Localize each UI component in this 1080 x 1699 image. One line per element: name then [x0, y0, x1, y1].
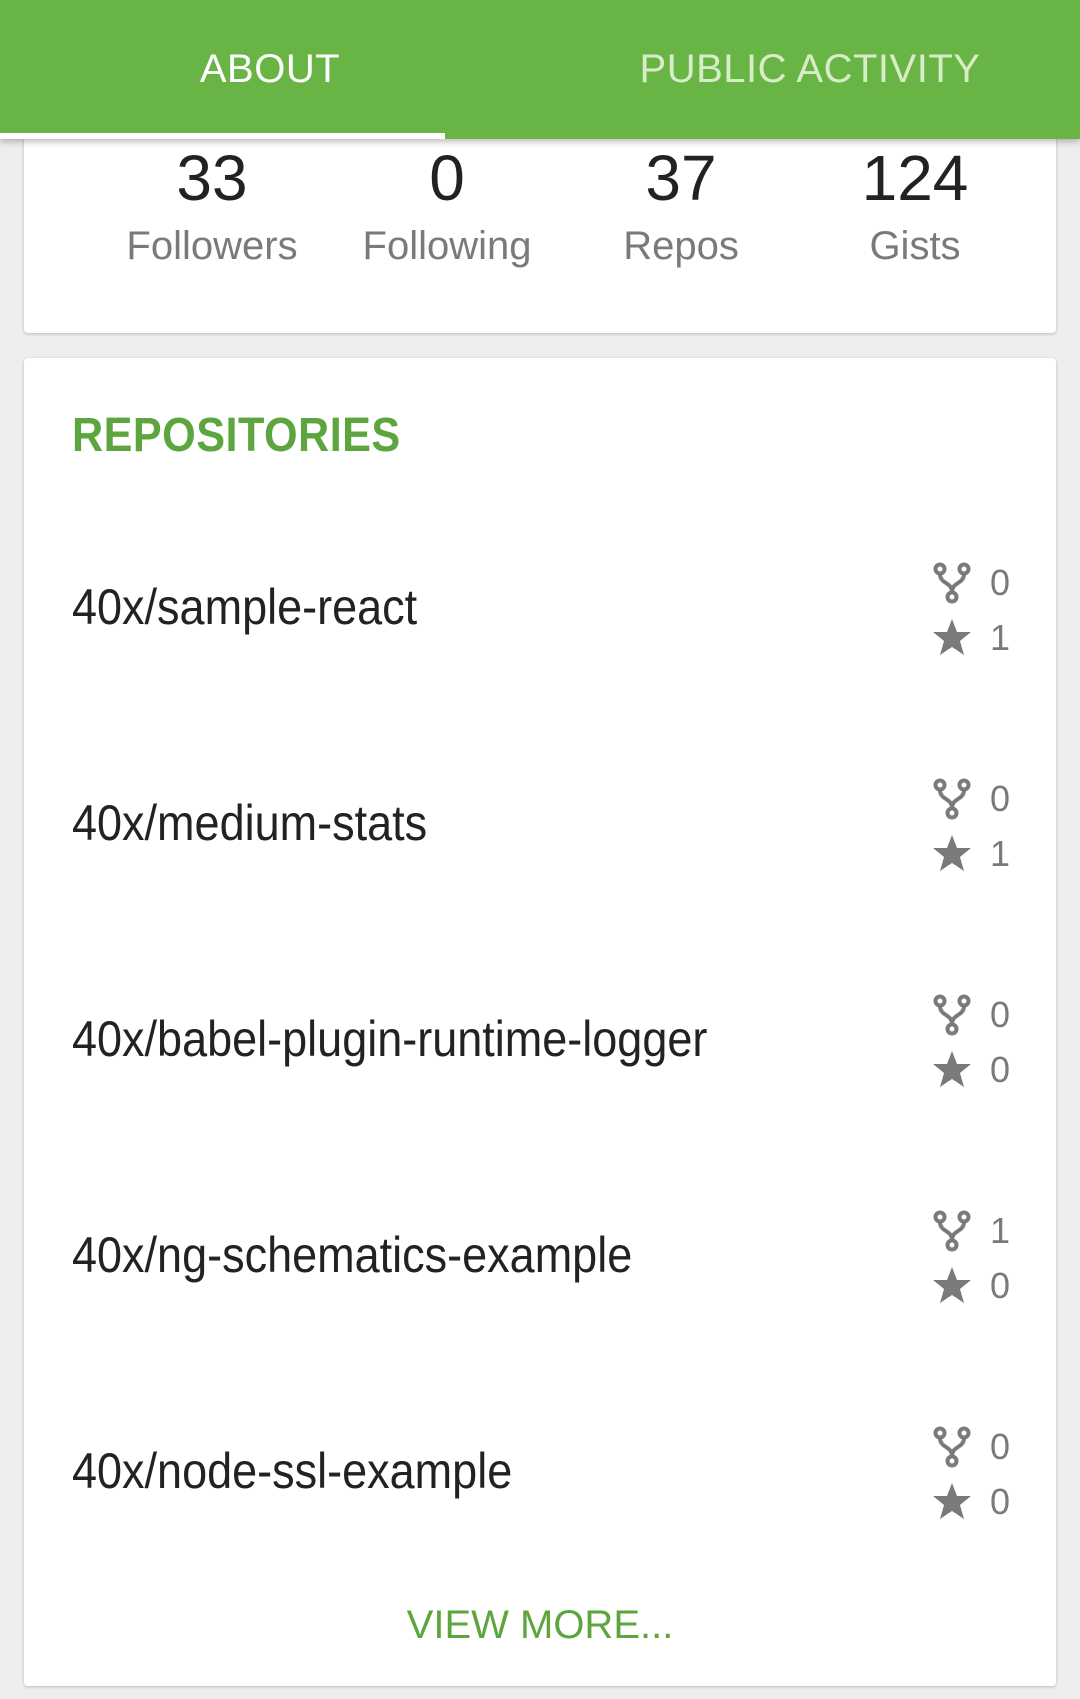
repo-fork-count: 0: [990, 562, 1011, 603]
stat-followers-label: Followers: [126, 224, 298, 268]
repo-star-count: 0: [990, 1481, 1011, 1522]
repo-row[interactable]: 40x/ng-schematics-example 1 0: [24, 1166, 1056, 1346]
repo-star-count: 1: [990, 833, 1011, 874]
stat-followers-value: 33: [176, 142, 248, 214]
repo-row[interactable]: 40x/node-ssl-example 0 0: [24, 1382, 1056, 1562]
fork-icon: [933, 562, 971, 604]
repo-stars: 0: [932, 1045, 1032, 1095]
repo-stars: 0: [932, 1477, 1032, 1527]
repo-stars: 1: [932, 829, 1032, 879]
tab-public-activity-label: PUBLIC ACTIVITY: [639, 47, 981, 91]
repo-stars: 1: [932, 613, 1032, 663]
repo-name: 40x/sample-react: [72, 579, 418, 635]
stat-repos-label: Repos: [623, 224, 739, 268]
stat-following-value: 0: [429, 142, 465, 214]
star-icon: [933, 835, 971, 871]
repo-fork-count: 1: [990, 1210, 1011, 1251]
repo-row[interactable]: 40x/medium-stats 0 1: [24, 734, 1056, 914]
repo-fork-count: 0: [990, 1426, 1011, 1467]
star-icon: [933, 1267, 971, 1303]
repo-fork-count: 0: [990, 994, 1011, 1035]
repo-star-count: 1: [990, 617, 1011, 658]
repo-name: 40x/ng-schematics-example: [72, 1227, 633, 1283]
star-icon: [933, 1483, 971, 1519]
repo-name: 40x/node-ssl-example: [72, 1443, 513, 1499]
repo-name: 40x/medium-stats: [72, 795, 428, 851]
stat-gists-value: 124: [861, 142, 969, 214]
fork-icon: [933, 1426, 971, 1468]
stat-gists[interactable]: 124 Gists: [795, 140, 1035, 272]
repo-stars: 0: [932, 1261, 1032, 1311]
star-icon: [933, 1051, 971, 1087]
tab-about-label: ABOUT: [199, 47, 341, 91]
tab-bar: ABOUT PUBLIC ACTIVITY: [0, 0, 1080, 139]
stat-repos[interactable]: 37 Repos: [561, 140, 801, 272]
stat-repos-value: 37: [645, 142, 717, 214]
repo-star-count: 0: [990, 1049, 1011, 1090]
repo-row[interactable]: 40x/sample-react 0 1: [24, 518, 1056, 698]
repo-star-count: 0: [990, 1265, 1011, 1306]
stat-gists-label: Gists: [869, 224, 961, 268]
repo-forks: 0: [932, 774, 1032, 824]
repo-forks: 0: [932, 990, 1032, 1040]
repo-name: 40x/babel-plugin-runtime-logger: [72, 1011, 708, 1067]
fork-icon: [933, 1210, 971, 1252]
repo-fork-count: 0: [990, 778, 1011, 819]
fork-icon: [933, 994, 971, 1036]
star-icon: [933, 619, 971, 655]
stat-following-label: Following: [362, 224, 532, 268]
tab-public-activity[interactable]: PUBLIC ACTIVITY: [540, 0, 1080, 139]
stat-followers[interactable]: 33 Followers: [92, 140, 332, 272]
repo-row[interactable]: 40x/babel-plugin-runtime-logger 0 0: [24, 950, 1056, 1130]
repo-forks: 0: [932, 558, 1032, 608]
repositories-title: REPOSITORIES: [72, 409, 401, 462]
repo-forks: 1: [932, 1206, 1032, 1256]
tab-about[interactable]: ABOUT: [0, 0, 540, 139]
repo-forks: 0: [932, 1422, 1032, 1472]
tab-active-indicator: [0, 133, 445, 139]
fork-icon: [933, 778, 971, 820]
repositories-card: REPOSITORIES 40x/sample-react 0 1 40x/me…: [24, 358, 1056, 1686]
stat-following[interactable]: 0 Following: [327, 140, 567, 272]
stats-row: 33 Followers 0 Following 37 Repos 124 Gi…: [24, 140, 1056, 330]
view-more-button[interactable]: VIEW MORE...: [24, 1603, 1056, 1648]
